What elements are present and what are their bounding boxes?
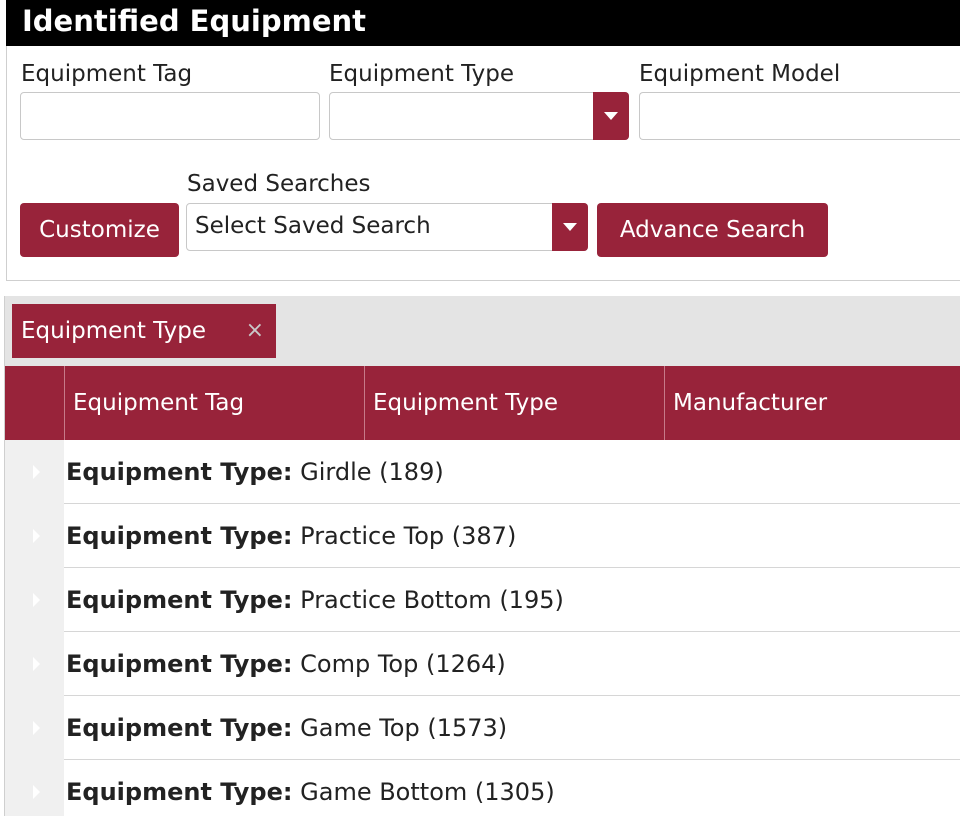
group-row-label: Equipment Type: bbox=[66, 714, 293, 742]
group-chip-equipment-type[interactable]: Equipment Type × bbox=[12, 304, 276, 358]
group-row-label: Equipment Type: bbox=[66, 778, 293, 806]
expand-arrow-icon[interactable] bbox=[5, 696, 64, 760]
group-row-label: Equipment Type: bbox=[66, 458, 293, 486]
group-row-text: Equipment Type: Comp Top (1264) bbox=[66, 632, 506, 696]
group-row-count: (189) bbox=[379, 458, 444, 486]
group-row-count: (195) bbox=[499, 586, 564, 614]
close-icon[interactable]: × bbox=[246, 304, 264, 358]
group-row-name: Comp Top bbox=[300, 650, 419, 678]
group-chip-label: Equipment Type bbox=[21, 318, 206, 344]
expand-arrow-icon[interactable] bbox=[5, 504, 64, 568]
equipment-grid: Equipment Type × Equipment Tag Equipment… bbox=[4, 296, 960, 816]
group-row-name: Game Bottom bbox=[300, 778, 468, 806]
equipment-type-label: Equipment Type bbox=[329, 61, 514, 87]
group-row-text: Equipment Type: Game Bottom (1305) bbox=[66, 760, 555, 816]
group-row-count: (1264) bbox=[425, 650, 506, 678]
chevron-down-icon[interactable] bbox=[593, 92, 629, 140]
saved-searches-label: Saved Searches bbox=[187, 171, 371, 197]
group-row-count: (1573) bbox=[427, 714, 508, 742]
expand-arrow-icon[interactable] bbox=[5, 568, 64, 632]
group-row-count: (1305) bbox=[474, 778, 555, 806]
group-row-label: Equipment Type: bbox=[66, 586, 293, 614]
advance-search-button[interactable]: Advance Search bbox=[597, 203, 828, 257]
group-row[interactable]: Equipment Type: Girdle (189) bbox=[5, 440, 960, 504]
group-row[interactable]: Equipment Type: Comp Top (1264) bbox=[5, 632, 960, 696]
chevron-down-icon[interactable] bbox=[552, 203, 588, 251]
group-row[interactable]: Equipment Type: Game Top (1573) bbox=[5, 696, 960, 760]
equipment-type-dropdown[interactable] bbox=[329, 92, 629, 140]
grid-header: Equipment Tag Equipment Type Manufacture… bbox=[5, 366, 960, 440]
expand-arrow-icon[interactable] bbox=[5, 632, 64, 696]
equipment-model-input[interactable] bbox=[639, 92, 960, 140]
group-row[interactable]: Equipment Type: Practice Top (387) bbox=[5, 504, 960, 568]
expand-arrow-icon[interactable] bbox=[5, 760, 64, 816]
column-header-manufacturer[interactable]: Manufacturer bbox=[664, 366, 960, 440]
group-by-bar: Equipment Type × bbox=[5, 296, 960, 366]
group-row-label: Equipment Type: bbox=[66, 650, 293, 678]
group-row-name: Game Top bbox=[300, 714, 420, 742]
group-row-text: Equipment Type: Practice Bottom (195) bbox=[66, 568, 564, 632]
group-row-count: (387) bbox=[451, 522, 517, 550]
column-header-equipment-type[interactable]: Equipment Type bbox=[364, 366, 664, 440]
saved-search-value: Select Saved Search bbox=[195, 213, 431, 239]
group-row-text: Equipment Type: Game Top (1573) bbox=[66, 696, 507, 760]
equipment-tag-input[interactable] bbox=[20, 92, 320, 140]
search-panel: Equipment Tag Equipment Type Equipment M… bbox=[6, 46, 960, 281]
equipment-model-label: Equipment Model bbox=[639, 61, 841, 87]
group-row[interactable]: Equipment Type: Practice Bottom (195) bbox=[5, 568, 960, 632]
page-title: Identified Equipment bbox=[6, 0, 960, 46]
group-row-text: Equipment Type: Practice Top (387) bbox=[66, 504, 516, 568]
group-row-name: Practice Top bbox=[300, 522, 445, 550]
group-row-label: Equipment Type: bbox=[66, 522, 293, 550]
customize-button[interactable]: Customize bbox=[20, 203, 179, 257]
group-row-name: Girdle bbox=[300, 458, 372, 486]
group-row[interactable]: Equipment Type: Game Bottom (1305) bbox=[5, 760, 960, 816]
column-header-equipment-tag[interactable]: Equipment Tag bbox=[64, 366, 364, 440]
equipment-tag-label: Equipment Tag bbox=[21, 61, 193, 87]
saved-search-dropdown[interactable]: Select Saved Search bbox=[186, 203, 588, 251]
group-row-text: Equipment Type: Girdle (189) bbox=[66, 440, 444, 504]
group-row-name: Practice Bottom bbox=[300, 586, 492, 614]
expand-arrow-icon[interactable] bbox=[5, 440, 64, 504]
